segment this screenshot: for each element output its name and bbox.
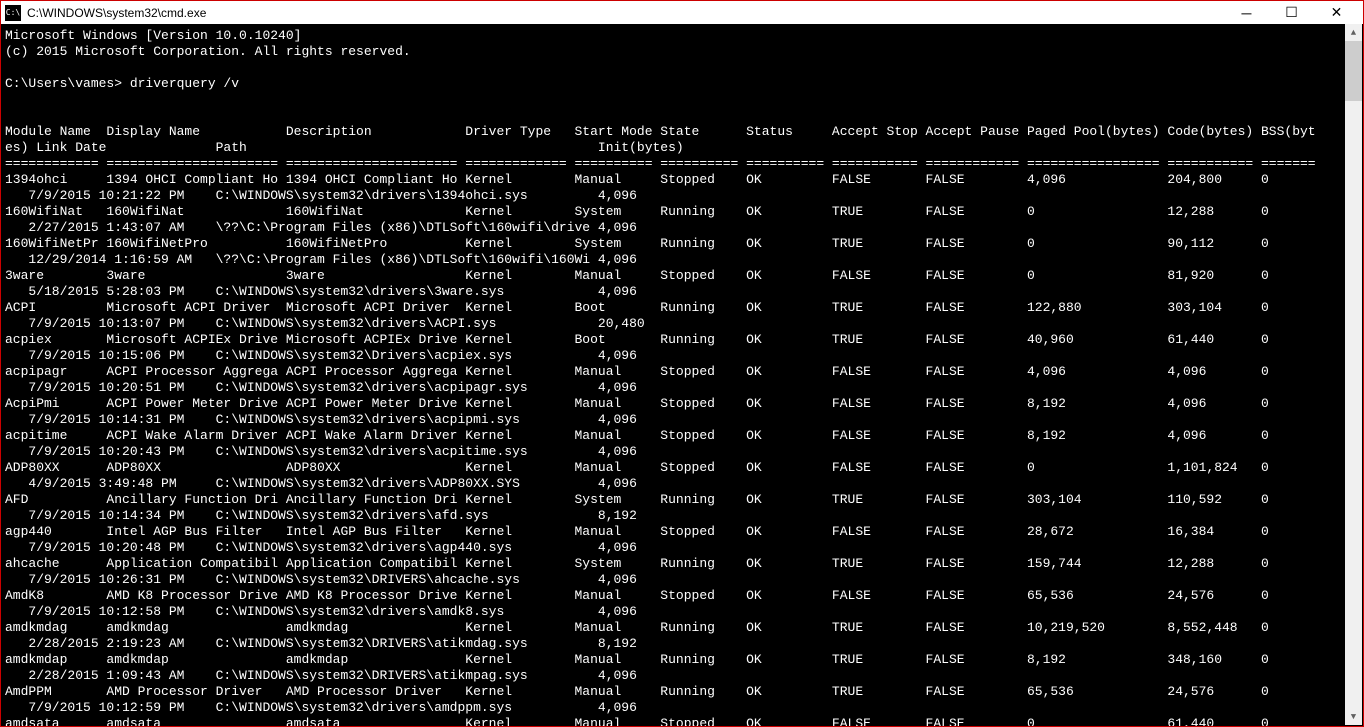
cmd-icon: C:\ [5, 5, 21, 21]
titlebar[interactable]: C:\ C:\WINDOWS\system32\cmd.exe ─ ☐ ✕ [1, 1, 1363, 24]
scrollbar-track[interactable] [1345, 41, 1362, 708]
scrollbar-thumb[interactable] [1345, 41, 1362, 101]
scrollbar[interactable]: ▲ ▼ [1345, 24, 1362, 725]
window-controls: ─ ☐ ✕ [1224, 1, 1359, 24]
scroll-down-button[interactable]: ▼ [1345, 708, 1362, 725]
maximize-button[interactable]: ☐ [1269, 1, 1314, 24]
window-title: C:\WINDOWS\system32\cmd.exe [27, 6, 1224, 20]
minimize-button[interactable]: ─ [1224, 1, 1269, 24]
scroll-up-button[interactable]: ▲ [1345, 24, 1362, 41]
terminal-output[interactable]: Microsoft Windows [Version 10.0.10240] (… [1, 24, 1363, 726]
close-button[interactable]: ✕ [1314, 1, 1359, 24]
